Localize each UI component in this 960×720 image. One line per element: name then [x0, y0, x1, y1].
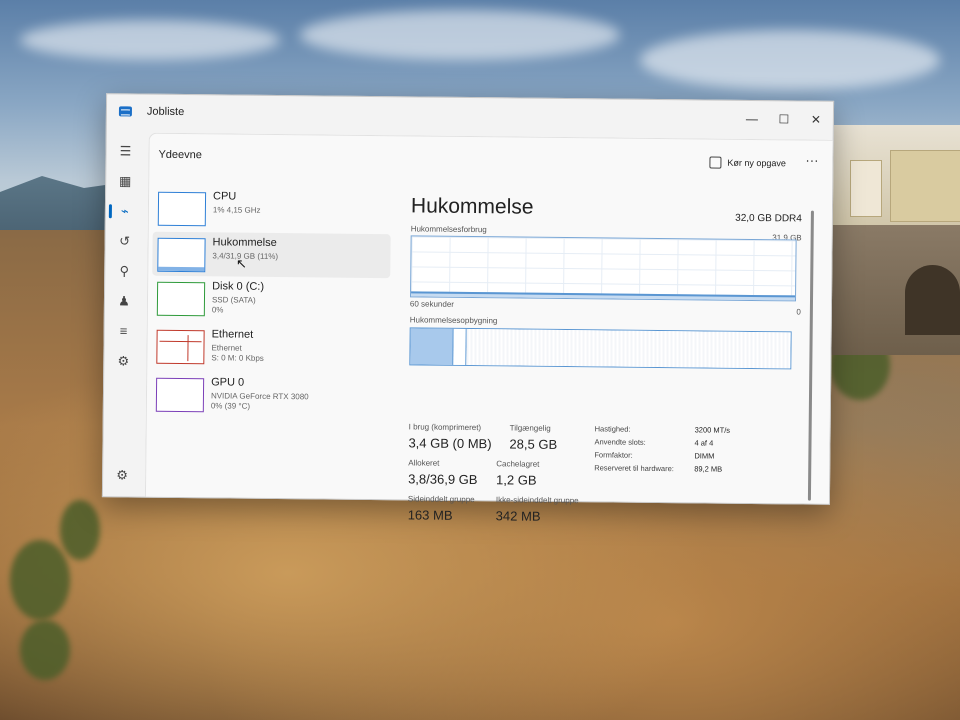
in-use-label: I brug (komprimeret) [408, 422, 482, 433]
minimize-button[interactable]: — [737, 109, 767, 129]
nonpaged-pool-value: 342 MB [495, 508, 541, 524]
composition-modified [453, 328, 467, 365]
settings-gear-icon[interactable]: ⚙ [113, 466, 131, 484]
memory-detail-panel: Hukommelse 32,0 GB DDR4 Hukommelsesforbr… [404, 136, 819, 524]
composition-standby-free [466, 328, 791, 369]
processes-icon[interactable]: ▦ [116, 172, 134, 190]
perf-item[interactable]: Hukommelse 3,4/31,9 GB (11%) [152, 231, 391, 279]
wallpaper-house [850, 160, 882, 217]
property-label: Reserveret til hardware: [594, 463, 674, 474]
perf-item-usage: 0% [211, 305, 224, 315]
property-label: Hastighed: [594, 424, 631, 434]
nav-active-indicator [108, 204, 112, 219]
memory-composition-bar [409, 327, 792, 370]
app-history-icon[interactable]: ↺ [115, 232, 133, 250]
cached-value: 1,2 GB [496, 472, 537, 488]
perf-thumbnail-graph [157, 191, 207, 227]
hamburger-menu-icon[interactable]: ☰ [116, 142, 134, 160]
task-manager-window: Jobliste — ☐ ✕ ☰ ▦ ⌁ ↺ ⚲ ♟ ≡ ⚙ ⚙ Ydeevne… [101, 93, 835, 524]
available-value: 28,5 GB [509, 436, 558, 452]
perf-item-detail: Ethernet [211, 343, 242, 353]
task-manager-app-icon [118, 106, 132, 117]
wallpaper-house [890, 150, 960, 222]
perf-item[interactable]: Disk 0 (C:) SSD (SATA) 0% [152, 276, 390, 322]
maximize-button[interactable]: ☐ [769, 109, 799, 129]
nonpaged-pool-label: Ikke-sideinddelt gruppe [495, 495, 579, 506]
window-title: Jobliste [146, 105, 185, 119]
perf-thumbnail-graph [156, 329, 205, 365]
startup-apps-icon[interactable]: ⚲ [115, 262, 133, 280]
property-value: 89,2 MB [694, 464, 723, 474]
wallpaper-cloud [640, 30, 940, 90]
property-value: 3200 MT/s [694, 425, 731, 435]
close-button[interactable]: ✕ [801, 109, 831, 129]
mouse-cursor-icon: ↖ [236, 256, 247, 271]
perf-item-usage: 0% (39 °C) [210, 401, 251, 411]
page-title: Ydeevne [158, 148, 202, 162]
perf-item-name: GPU 0 [211, 376, 245, 389]
usage-graph-fill [411, 291, 796, 301]
perf-item[interactable]: Ethernet Ethernet S: 0 M: 0 Kbps [151, 324, 389, 370]
perf-item-name: Disk 0 (C:) [212, 280, 265, 293]
wallpaper-cloud [20, 20, 280, 60]
wallpaper-bush [60, 500, 100, 560]
perf-item[interactable]: GPU 0 NVIDIA GeForce RTX 3080 0% (39 °C) [151, 372, 389, 418]
perf-item-detail: SSD (SATA) [211, 295, 256, 305]
memory-usage-graph [410, 235, 797, 302]
detail-title: Hukommelse [410, 194, 534, 219]
content-pane: Ydeevne Kør ny opgave ··· CPU 1% 4,15 GHz… [144, 132, 833, 524]
nav-rail: ☰ ▦ ⌁ ↺ ⚲ ♟ ≡ ⚙ ⚙ [103, 132, 147, 496]
paged-pool-value: 163 MB [407, 507, 453, 523]
usage-graph-label: Hukommelsesforbrug [410, 224, 487, 235]
cached-label: Cachelagret [496, 459, 540, 469]
in-use-value: 3,4 GB (0 MB) [408, 435, 492, 452]
graph-time-left: 60 sekunder [409, 299, 455, 309]
perf-item-detail: 1% 4,15 GHz [212, 205, 261, 215]
perf-item-name: Ethernet [211, 328, 254, 341]
paged-pool-label: Sideinddelt gruppe [407, 494, 475, 505]
perf-item-name: Hukommelse [212, 236, 277, 249]
graph-time-right: 0 [796, 307, 801, 317]
available-label: Tilgængelig [509, 423, 551, 433]
wallpaper-cloud [300, 10, 620, 60]
perf-item-usage: S: 0 M: 0 Kbps [211, 353, 264, 363]
property-label: Formfaktor: [594, 450, 633, 460]
perf-thumbnail-graph [157, 237, 206, 273]
perf-item-name: CPU [212, 190, 237, 203]
users-icon[interactable]: ♟ [115, 292, 133, 310]
wallpaper-bridge-arch [905, 265, 960, 335]
committed-label: Allokeret [408, 458, 440, 468]
property-label: Anvendte slots: [594, 437, 646, 447]
perf-item[interactable]: CPU 1% 4,15 GHz [153, 186, 391, 232]
perf-item-detail: NVIDIA GeForce RTX 3080 [210, 391, 309, 402]
details-icon[interactable]: ≡ [115, 322, 133, 340]
wallpaper-bush [10, 540, 70, 620]
composition-in-use [410, 328, 454, 365]
composition-label: Hukommelsesopbygning [409, 315, 498, 326]
property-value: 4 af 4 [694, 438, 714, 448]
property-value: DIMM [694, 451, 715, 461]
performance-icon[interactable]: ⌁ [116, 202, 134, 220]
scrollbar[interactable] [807, 210, 814, 501]
memory-spec: 32,0 GB DDR4 [735, 212, 802, 225]
committed-value: 3,8/36,9 GB [408, 471, 478, 488]
services-icon[interactable]: ⚙ [114, 352, 132, 370]
perf-thumbnail-graph [155, 377, 205, 413]
perf-thumbnail-graph [156, 281, 206, 317]
wallpaper-bush [20, 620, 70, 680]
